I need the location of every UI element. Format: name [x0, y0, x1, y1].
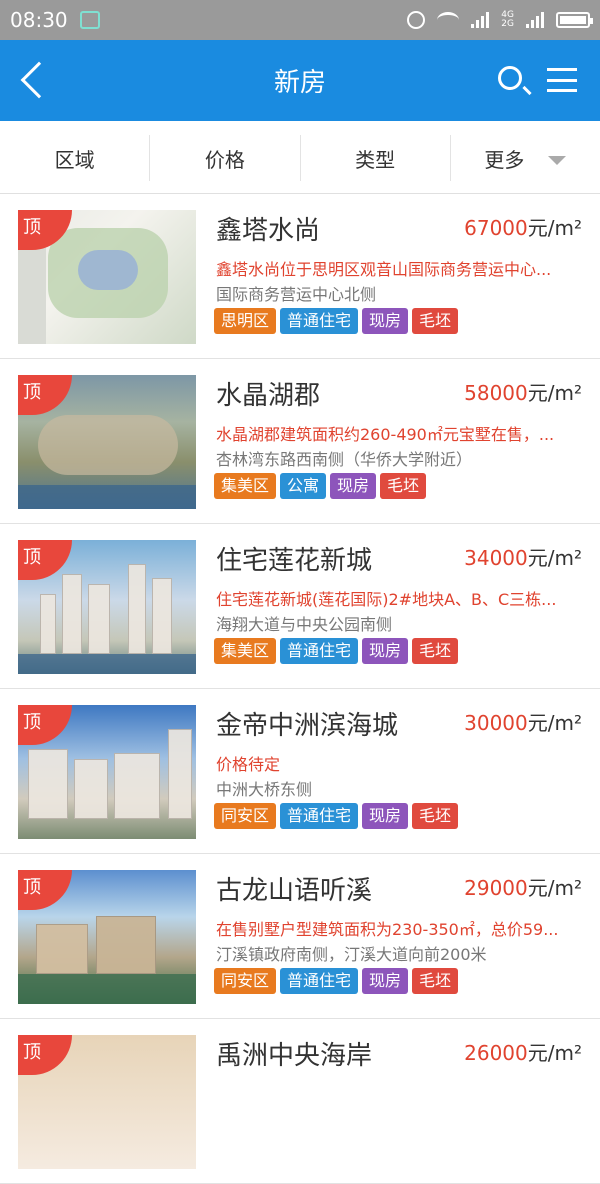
tag-status: 现房: [362, 968, 409, 994]
filter-more[interactable]: 更多: [451, 135, 600, 181]
tag-district: 思明区: [214, 308, 277, 334]
filter-type[interactable]: 类型: [301, 135, 451, 181]
tag-list: 同安区 普通住宅 现房 毛坯: [214, 803, 459, 829]
property-image: 顶: [18, 705, 196, 839]
tag-district: 同安区: [214, 968, 277, 994]
price-unit: 元/m²: [527, 711, 582, 735]
alarm-icon: [407, 11, 426, 29]
tag-finish: 毛坯: [412, 638, 459, 664]
property-image: 顶: [18, 870, 196, 1004]
listing-address: 国际商务营运中心北侧: [216, 285, 377, 304]
tag-finish: 毛坯: [380, 473, 427, 499]
list-item[interactable]: 顶 古龙山语听溪 29000元/m² 在售别墅户型建筑面积为230-350㎡，总…: [0, 854, 600, 1019]
listing-address: 海翔大道与中央公园南侧: [216, 615, 393, 634]
price-value: 30000: [464, 711, 528, 735]
price-unit: 元/m²: [527, 381, 582, 405]
property-image: 顶: [18, 1035, 196, 1169]
listing-address: 汀溪镇政府南侧，汀溪大道向前200米: [216, 945, 487, 964]
listing-description: 在售别墅户型建筑面积为230-350㎡，总价59...: [216, 920, 559, 939]
listing-price: 67000元/m²: [464, 212, 582, 241]
tag-type: 普通住宅: [280, 308, 359, 334]
top-badge: 顶: [18, 1035, 72, 1075]
status-bar: 08:30 4G 2G: [0, 0, 600, 40]
filter-price[interactable]: 价格: [150, 135, 301, 181]
search-icon[interactable]: [498, 66, 522, 90]
list-item[interactable]: 顶 禹洲中央海岸 26000元/m²: [0, 1019, 600, 1184]
price-value: 67000: [464, 216, 528, 240]
price-value: 29000: [464, 876, 528, 900]
screenshot-app-icon: [79, 11, 100, 29]
listing-description: 鑫塔水尚位于思明区观音山国际商务营运中心...: [216, 260, 552, 279]
list-item[interactable]: 顶 鑫塔水尚 67000元/m² 鑫塔水尚位于思明区观音山国际商务营运中心...…: [0, 194, 600, 359]
network-type: 4G 2G: [501, 11, 514, 29]
price-unit: 元/m²: [527, 216, 582, 240]
listing-description: 价格待定: [216, 755, 281, 774]
listing-description: 水晶湖郡建筑面积约260-490㎡元宝墅在售，...: [216, 425, 555, 444]
tag-type: 普通住宅: [280, 968, 359, 994]
listing-name: 古龙山语听溪: [216, 876, 373, 906]
status-time: 08:30: [10, 8, 68, 32]
listing-price: 30000元/m²: [464, 707, 582, 736]
tag-status: 现房: [362, 308, 409, 334]
list-item[interactable]: 顶 金帝中洲滨海城 30000元/m² 价格待定 中洲大桥东侧 同安区 普通住宅…: [0, 689, 600, 854]
price-unit: 元/m²: [527, 1041, 582, 1065]
listing-price: 34000元/m²: [464, 542, 582, 571]
filter-bar: 区域 价格 类型 更多: [0, 121, 600, 194]
filter-district-label: 区域: [54, 147, 95, 172]
filter-price-label: 价格: [204, 147, 245, 172]
menu-icon[interactable]: [547, 68, 577, 92]
tag-type: 普通住宅: [280, 803, 359, 829]
chevron-down-icon: [548, 155, 567, 165]
tag-finish: 毛坯: [412, 803, 459, 829]
property-image: 顶: [18, 375, 196, 509]
price-value: 34000: [464, 546, 528, 570]
tag-finish: 毛坯: [412, 968, 459, 994]
listing-name: 住宅莲花新城: [216, 546, 373, 576]
tag-district: 集美区: [214, 473, 277, 499]
price-unit: 元/m²: [527, 546, 582, 570]
tag-status: 现房: [330, 473, 377, 499]
listing-price: 58000元/m²: [464, 377, 582, 406]
property-image: 顶: [18, 210, 196, 344]
tag-list: 同安区 普通住宅 现房 毛坯: [214, 968, 459, 994]
tag-list: 思明区 普通住宅 现房 毛坯: [214, 308, 459, 334]
wifi-icon: [437, 12, 460, 28]
filter-more-label: 更多: [484, 147, 525, 172]
tag-type: 普通住宅: [280, 638, 359, 664]
filter-district[interactable]: 区域: [0, 135, 151, 181]
tag-list: 集美区 普通住宅 现房 毛坯: [214, 638, 459, 664]
price-unit: 元/m²: [527, 876, 582, 900]
list-item[interactable]: 顶 水晶湖郡 58000元/m² 水晶湖郡建筑面积约260-490㎡元宝墅在售，…: [0, 359, 600, 524]
listing-price: 29000元/m²: [464, 872, 582, 901]
property-image: 顶: [18, 540, 196, 674]
listing-description: 住宅莲花新城(莲花国际)2#地块A、B、C三栋...: [216, 590, 557, 609]
tag-district: 集美区: [214, 638, 277, 664]
tag-status: 现房: [362, 803, 409, 829]
tag-type: 公寓: [280, 473, 327, 499]
listing-name: 禹洲中央海岸: [216, 1041, 373, 1071]
top-badge: 顶: [18, 870, 72, 910]
listing-price: 26000元/m²: [464, 1037, 582, 1066]
listing-name: 金帝中洲滨海城: [216, 711, 399, 741]
filter-type-label: 类型: [355, 147, 396, 172]
listing-name: 鑫塔水尚: [216, 216, 321, 246]
signal-icon-2: [526, 12, 544, 28]
battery-icon: [556, 12, 593, 28]
listing-list: 顶 鑫塔水尚 67000元/m² 鑫塔水尚位于思明区观音山国际商务营运中心...…: [0, 194, 600, 1184]
tag-district: 同安区: [214, 803, 277, 829]
tag-list: 集美区 公寓 现房 毛坯: [214, 473, 427, 499]
price-value: 58000: [464, 381, 528, 405]
listing-address: 中洲大桥东侧: [216, 780, 313, 799]
top-badge: 顶: [18, 375, 72, 415]
listing-address: 杏林湾东路西南侧（华侨大学附近）: [216, 450, 473, 469]
top-badge: 顶: [18, 705, 72, 745]
signal-icon-1: [471, 12, 490, 28]
app-header: 新房: [0, 40, 600, 121]
price-value: 26000: [464, 1041, 528, 1065]
network-2g: 2G: [501, 19, 514, 29]
listing-name: 水晶湖郡: [216, 381, 321, 411]
tag-status: 现房: [362, 638, 409, 664]
tag-finish: 毛坯: [412, 308, 459, 334]
list-item[interactable]: 顶 住宅莲花新城 34000元/m² 住宅莲花新城(莲花国际)2#地块A、B、C…: [0, 524, 600, 689]
